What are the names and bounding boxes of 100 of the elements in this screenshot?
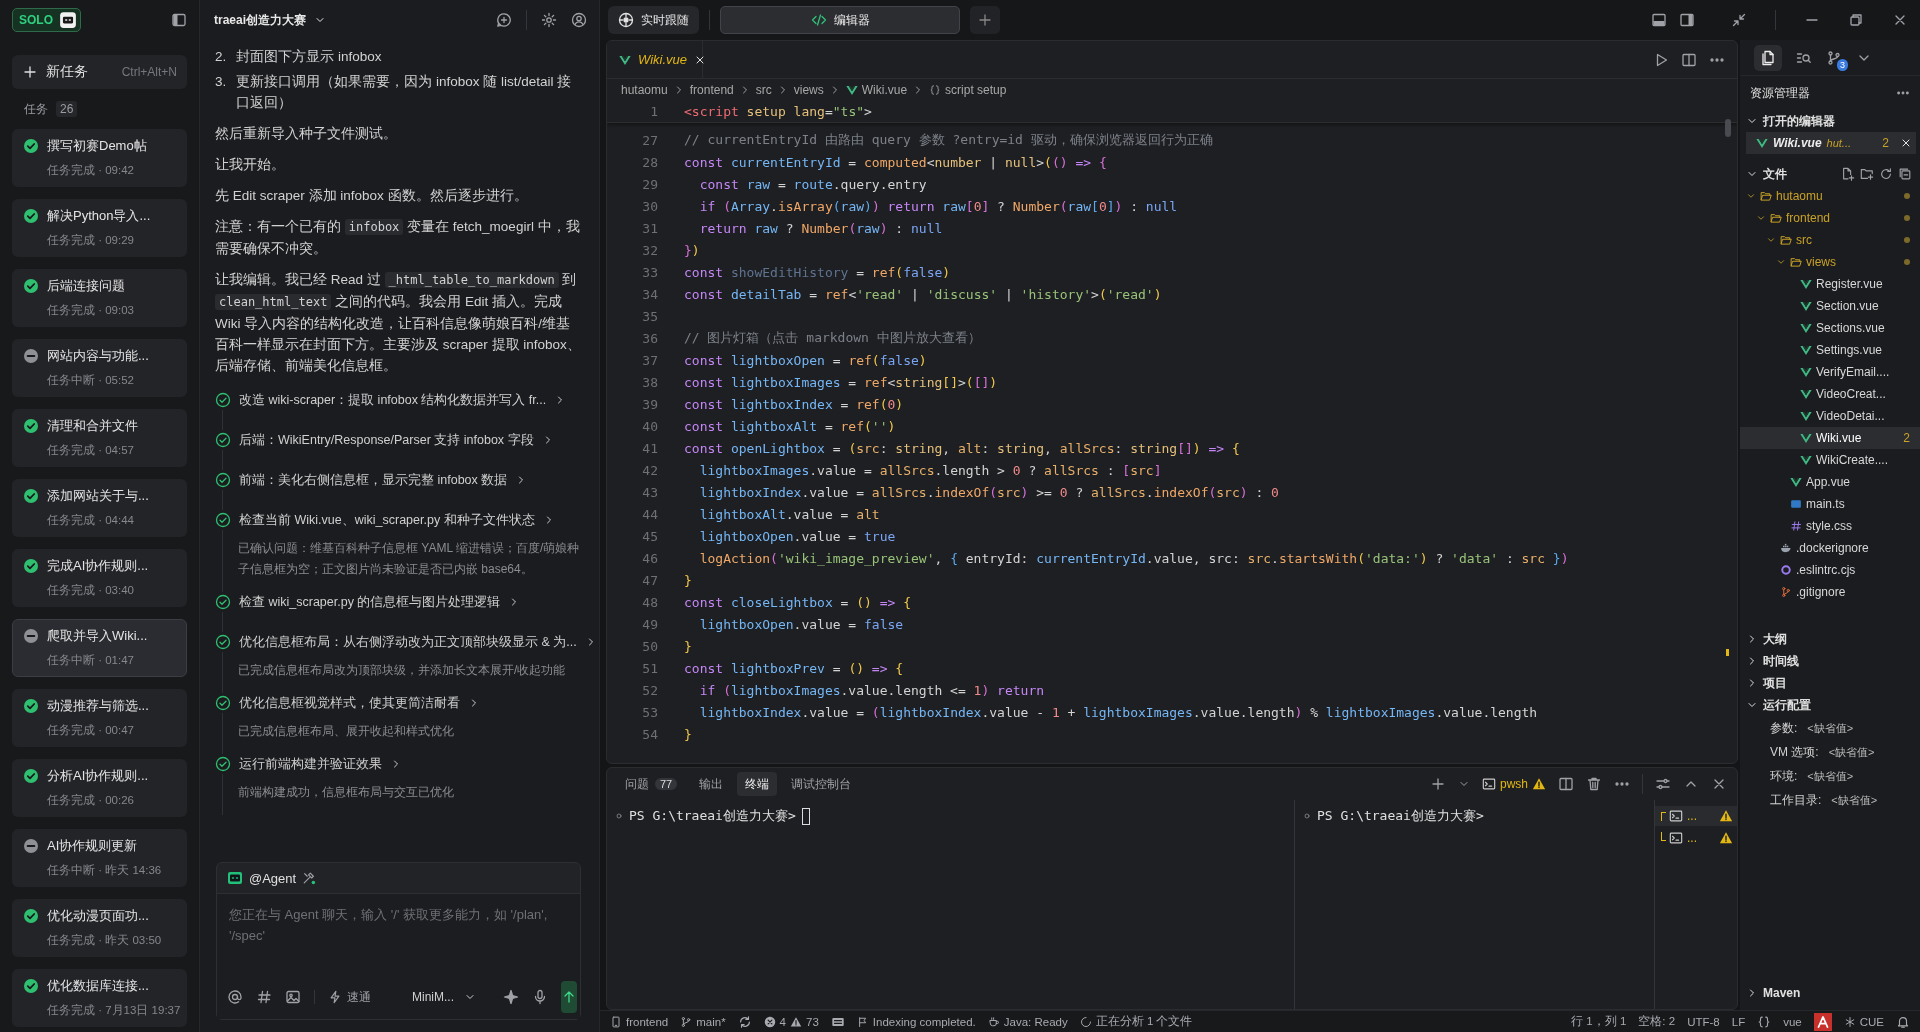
status-item[interactable]: frontend: [610, 1015, 669, 1028]
step-button[interactable]: 改造 wiki-scraper：提取 infobox 结构化数据并写入 fr...: [239, 389, 567, 411]
bottom-panel-icon[interactable]: [1651, 12, 1667, 28]
task-card[interactable]: 爬取并导入Wiki... 任务中断 · 01:47: [12, 619, 187, 677]
status-item[interactable]: Indexing completed.: [856, 1015, 976, 1028]
step-button[interactable]: 后端：WikiEntry/Response/Parser 支持 infobox 字段: [239, 429, 554, 451]
sparkle-icon[interactable]: [503, 989, 519, 1005]
mode-button[interactable]: 速通: [328, 988, 371, 1006]
send-button[interactable]: [561, 981, 577, 1013]
task-card[interactable]: 解决Python导入... 任务完成 · 09:29: [12, 199, 187, 257]
breadcrumb-item[interactable]: script setup: [929, 83, 1007, 97]
tree-item[interactable]: frontend: [1740, 207, 1920, 229]
task-card[interactable]: 动漫推荐与筛选... 任务完成 · 00:47: [12, 689, 187, 747]
image-icon[interactable]: [285, 989, 301, 1005]
split-terminal-icon[interactable]: [1558, 776, 1574, 792]
restore-icon[interactable]: [1848, 12, 1864, 28]
status-item[interactable]: Java: Ready: [987, 1015, 1068, 1028]
workspace-button[interactable]: traeai创造力大赛: [214, 11, 327, 29]
status-item[interactable]: CUE: [1843, 1015, 1884, 1028]
tree-item[interactable]: main.ts: [1740, 493, 1920, 515]
task-card[interactable]: 撰写初赛Demo帖 任务完成 · 09:42: [12, 129, 187, 187]
task-card[interactable]: 后端连接问题 任务完成 · 09:03: [12, 269, 187, 327]
account-icon[interactable]: [571, 12, 587, 28]
bell-icon[interactable]: [1896, 1014, 1910, 1029]
mention-icon[interactable]: [227, 989, 243, 1005]
section-header[interactable]: 文件: [1746, 165, 1787, 183]
tree-item[interactable]: .gitignore: [1740, 581, 1920, 603]
new-folder-icon[interactable]: [1860, 167, 1874, 181]
collapse-icon[interactable]: [1731, 12, 1747, 28]
section-header[interactable]: 时间线: [1746, 652, 1799, 670]
split-editor-icon[interactable]: [1681, 51, 1697, 68]
tree-item[interactable]: VerifyEmail....: [1740, 361, 1920, 383]
section-header[interactable]: 大纲: [1746, 630, 1787, 648]
step-button[interactable]: 优化信息框布局：从右侧浮动改为正文顶部块级显示 & 为...: [239, 631, 597, 653]
braces-icon[interactable]: [1757, 1014, 1772, 1029]
status-item[interactable]: LF: [1731, 1015, 1746, 1028]
tree-item[interactable]: VideoCreat...: [1740, 383, 1920, 405]
tree-item[interactable]: VideoDetai...: [1740, 405, 1920, 427]
open-editor-item[interactable]: Wiki.vue hut... 2: [1746, 132, 1916, 154]
microphone-icon[interactable]: [532, 989, 548, 1005]
terminal-list-item[interactable]: ...: [1655, 828, 1737, 848]
tree-item[interactable]: style.css: [1740, 515, 1920, 537]
tree-item[interactable]: .dockerignore: [1740, 537, 1920, 559]
tree-item[interactable]: Wiki.vue 2: [1740, 427, 1920, 449]
add-tab-button[interactable]: [970, 6, 1000, 34]
plus-icon[interactable]: [1430, 776, 1446, 792]
close-icon[interactable]: [1900, 137, 1912, 149]
file-tab[interactable]: Wiki.vue: [607, 41, 703, 78]
editor-mode-tab[interactable]: 编辑器: [720, 6, 960, 34]
tree-item[interactable]: WikiCreate....: [1740, 449, 1920, 471]
tree-item[interactable]: Sections.vue: [1740, 317, 1920, 339]
sliders-icon[interactable]: [1655, 776, 1671, 792]
status-item[interactable]: main*: [680, 1015, 726, 1028]
new-file-icon[interactable]: [1841, 167, 1855, 181]
new-chat-icon[interactable]: [496, 12, 512, 28]
breadcrumb-item[interactable]: hutaomu: [621, 83, 668, 97]
step-button[interactable]: 优化信息框视觉样式，使其更简洁耐看: [239, 692, 480, 714]
task-card[interactable]: 清理和合并文件 任务完成 · 04:57: [12, 409, 187, 467]
step-button[interactable]: 运行前端构建并验证效果: [239, 753, 402, 775]
status-item[interactable]: vue: [1783, 1015, 1802, 1028]
shell-button[interactable]: pwsh: [1482, 777, 1546, 791]
task-card[interactable]: 完成AI协作规则... 任务完成 · 03:40: [12, 549, 187, 607]
scrollbar-thumb[interactable]: [1725, 119, 1731, 137]
breadcrumb-item[interactable]: src: [755, 83, 772, 97]
terminal-list-item[interactable]: ...: [1655, 806, 1737, 826]
tree-item[interactable]: Section.vue: [1740, 295, 1920, 317]
trash-icon[interactable]: [1586, 776, 1602, 792]
alert-icon[interactable]: [1813, 1012, 1832, 1031]
status-item[interactable]: 正在分析 1 个文件: [1079, 1014, 1193, 1029]
step-button[interactable]: 检查 wiki_scraper.py 的信息框与图片处理逻辑: [239, 591, 521, 613]
section-header[interactable]: 项目: [1746, 674, 1787, 692]
source-control-icon[interactable]: [1826, 49, 1842, 66]
model-dropdown[interactable]: MiniM...: [412, 990, 476, 1004]
sync-icon[interactable]: [737, 1014, 752, 1029]
chat-input[interactable]: 您正在与 Agent 聊天，输入 '/' 获取更多能力，如 '/plan', '/spec': [216, 893, 581, 975]
follow-button[interactable]: 实时跟随: [608, 6, 699, 34]
section-header[interactable]: Maven: [1746, 986, 1801, 1000]
section-header[interactable]: 运行配置: [1746, 696, 1811, 714]
step-button[interactable]: 检查当前 Wiki.vue、wiki_scraper.py 和种子文件状态: [239, 509, 555, 531]
tree-item[interactable]: views: [1740, 251, 1920, 273]
breadcrumb-item[interactable]: frontend: [689, 83, 734, 97]
task-card[interactable]: AI协作规则更新 任务中断 · 昨天 14:36: [12, 829, 187, 887]
tree-item[interactable]: App.vue: [1740, 471, 1920, 493]
status-item[interactable]: UTF-8: [1687, 1015, 1720, 1028]
problems-status[interactable]: 4 73: [763, 1015, 819, 1028]
status-item[interactable]: 行 1，列 1: [1571, 1014, 1627, 1029]
settings-icon[interactable]: [541, 12, 557, 28]
task-card[interactable]: 分析AI协作规则... 任务完成 · 00:26: [12, 759, 187, 817]
panel-tab[interactable]: 问题 77: [617, 772, 686, 796]
tree-item[interactable]: src: [1740, 229, 1920, 251]
collapse-all-icon[interactable]: [1898, 167, 1912, 181]
solo-mode-button[interactable]: SOLO: [12, 8, 81, 32]
tree-item[interactable]: hutaomu: [1740, 185, 1920, 207]
tools-icon[interactable]: [302, 871, 317, 885]
breadcrumb-item[interactable]: views: [793, 83, 824, 97]
task-card[interactable]: 优化数据库连接... 任务完成 · 7月13日 19:37: [12, 969, 187, 1027]
tree-item[interactable]: .eslintrc.cjs: [1740, 559, 1920, 581]
new-task-button[interactable]: 新任务 Ctrl+Alt+N: [12, 55, 187, 89]
panel-tab[interactable]: 输出: [691, 772, 732, 796]
hash-icon[interactable]: [256, 989, 272, 1005]
